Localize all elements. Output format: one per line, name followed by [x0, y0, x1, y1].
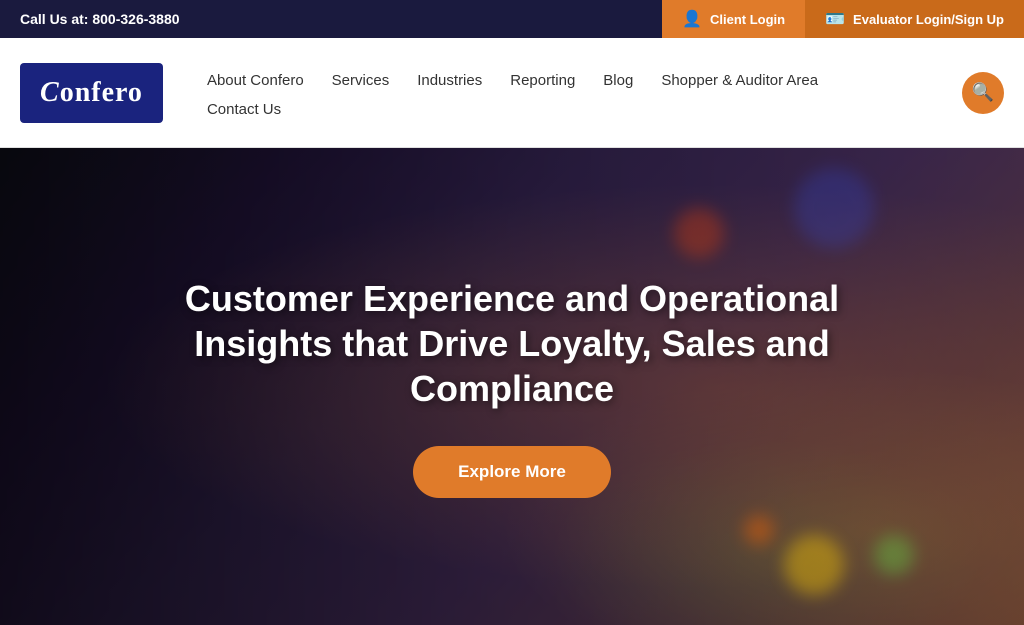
nav-row-2: Contact Us: [193, 95, 962, 124]
logo-text[interactable]: Confero: [40, 77, 143, 109]
bokeh-light-4: [674, 208, 724, 258]
client-login-button[interactable]: 👤 Client Login: [662, 0, 805, 38]
phone-label: Call Us at:: [20, 11, 88, 27]
bokeh-light-2: [874, 535, 914, 575]
nav-services[interactable]: Services: [318, 66, 404, 95]
hero-section: Customer Experience and Operational Insi…: [0, 148, 1024, 625]
search-button[interactable]: 🔍: [962, 72, 1004, 114]
logo-box: Confero: [20, 63, 163, 123]
navbar: Confero About Confero Services Industrie…: [0, 38, 1024, 148]
evaluator-login-button[interactable]: 🪪 Evaluator Login/Sign Up: [805, 0, 1024, 38]
logo-container: Confero: [20, 63, 163, 123]
bokeh-light-1: [784, 535, 844, 595]
bokeh-light-3: [744, 515, 774, 545]
nav-shopper[interactable]: Shopper & Auditor Area: [647, 66, 832, 95]
top-bar-buttons: 👤 Client Login 🪪 Evaluator Login/Sign Up: [662, 0, 1024, 38]
phone-info: Call Us at: 800-326-3880: [20, 11, 180, 27]
search-icon: 🔍: [972, 82, 994, 103]
client-login-icon: 👤: [682, 9, 702, 29]
evaluator-login-label: Evaluator Login/Sign Up: [853, 12, 1004, 27]
nav-links: About Confero Services Industries Report…: [193, 56, 962, 124]
phone-number: 800-326-3880: [92, 11, 179, 27]
top-bar: Call Us at: 800-326-3880 👤 Client Login …: [0, 0, 1024, 38]
nav-row-1: About Confero Services Industries Report…: [193, 66, 962, 95]
explore-more-button[interactable]: Explore More: [413, 446, 611, 498]
nav-blog[interactable]: Blog: [589, 66, 647, 95]
evaluator-login-icon: 🪪: [825, 9, 845, 29]
client-login-label: Client Login: [710, 12, 785, 27]
hero-title: Customer Experience and Operational Insi…: [112, 276, 912, 411]
nav-about[interactable]: About Confero: [193, 66, 318, 95]
hero-content: Customer Experience and Operational Insi…: [0, 276, 1024, 498]
nav-industries[interactable]: Industries: [403, 66, 496, 95]
nav-contact[interactable]: Contact Us: [193, 95, 295, 124]
nav-reporting[interactable]: Reporting: [496, 66, 589, 95]
bokeh-light-5: [794, 168, 874, 248]
